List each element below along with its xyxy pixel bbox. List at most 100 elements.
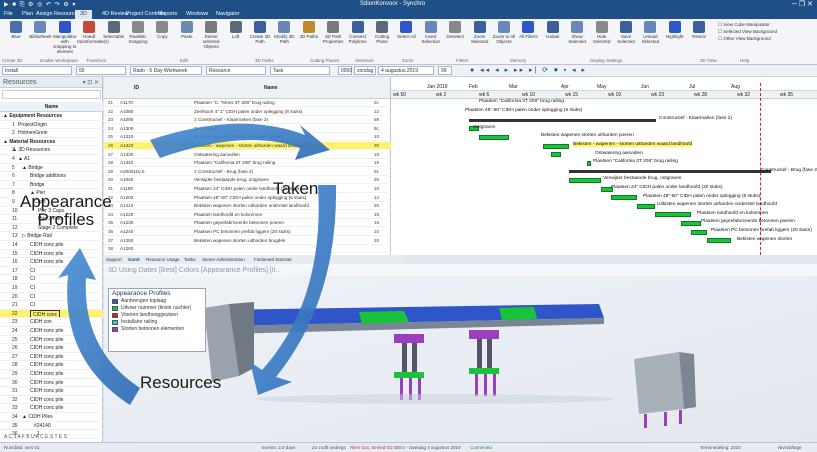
bridge-model[interactable] — [104, 264, 817, 442]
ribbon-btn-1[interactable]: Bibliotheek — [28, 21, 52, 39]
gantt-bar[interactable] — [543, 143, 569, 149]
task-row[interactable]: 28 A1340 Plaatsen "California 3T 208" brug… — [104, 159, 391, 168]
resource-row[interactable]: 28 CIDH conc pile — [0, 361, 103, 370]
gantt-bar[interactable] — [691, 229, 707, 235]
gantt-chart[interactable]: Jan 2019 Feb Mar Apr May Jun Jul Aug wk 50 wk 2w… — [391, 77, 817, 255]
task-row[interactable]: 22 A1080 Zeefsoort 4" 1" CIDH palen onder … — [104, 108, 391, 116]
ribbon-btn-5[interactable]: Realistic Snapping — [126, 21, 150, 44]
ribbon-btn-10[interactable]: Create 3D Path — [248, 21, 272, 44]
ribbon-btn-26[interactable]: Unload Selected — [638, 21, 662, 44]
resource-row[interactable]: 24 CIDH conc pile — [0, 327, 103, 336]
resource-row[interactable]: 23 CIDH con — [0, 318, 103, 327]
ribbon-btn-11[interactable]: Modify 3D Path — [272, 21, 296, 44]
resource-row[interactable]: 26 CIDH conc pile — [0, 344, 103, 353]
ribbon-btn-13[interactable]: 3D Path Properties — [321, 21, 345, 44]
task-combo[interactable]: Task — [270, 66, 330, 75]
date-field[interactable]: 4 augustus 2019 — [378, 66, 434, 75]
resource-row[interactable]: 33 CIDH conc pile — [0, 404, 103, 413]
task-row[interactable]: 24 A1300 Onthavenen 8c — [104, 125, 391, 133]
window-controls[interactable]: ─ ❐ ✕ — [792, 0, 813, 8]
menu-file[interactable]: File — [4, 11, 13, 17]
gantt-bar[interactable] — [637, 203, 655, 209]
resource-row[interactable]: 32 CIDH conc pile — [0, 396, 103, 405]
tab-1[interactable]: Gantt — [128, 257, 140, 262]
resource-row[interactable]: 5 ▲ Bridge — [0, 164, 103, 173]
resource-row[interactable]: 2 HolmenGrein — [0, 129, 103, 138]
menu-navigator[interactable]: Navigator — [216, 11, 240, 17]
ribbon-btn-21[interactable]: All Filters — [516, 21, 540, 39]
resource-row[interactable]: 31 CIDH conc pile — [0, 387, 103, 396]
task-row[interactable]: 32 A1200 Plaatsen 48"-60" CIDH palen onder… — [104, 194, 391, 202]
menu-3d[interactable]: 3D — [75, 10, 93, 19]
ribbon-btn-18[interactable]: Deselect — [443, 21, 467, 39]
resource-row[interactable]: 6 Bridge additions — [0, 172, 103, 181]
ribbon-btn-20[interactable]: Zoom to All Objects — [492, 21, 516, 44]
ribbon-btn-24[interactable]: Hide Selected — [590, 21, 614, 44]
ribbon-btn-19[interactable]: Zoom Selected — [468, 21, 492, 44]
resource-row[interactable]: 27 CIDH conc pile — [0, 353, 103, 362]
resource-row[interactable]: 4 ▲ A1 — [0, 155, 103, 164]
ribbon-btn-6[interactable]: Copy — [150, 21, 174, 39]
ribbon-btn-15[interactable]: Cutting Plane — [370, 21, 394, 44]
ribbon-btn-8[interactable]: Delete selected Objects — [199, 21, 223, 49]
task-row[interactable]: 23 A1090 ≡ Constructief - Klaarmaken (fase… — [104, 116, 391, 125]
ribbon-btn-4[interactable]: Selectable — [102, 21, 126, 39]
calendar-combo[interactable]: Rado - 5 Day Workweek — [130, 66, 202, 75]
resource-row[interactable]: 7 Bridge — [0, 181, 103, 190]
task-row[interactable]: 30 A1020 Verwijder bestaande brug, ontgrav… — [104, 176, 391, 185]
resource-row[interactable]: 3 ▲ 3D Resources — [0, 146, 103, 155]
ribbon-btn-27[interactable]: Highlight — [663, 21, 687, 39]
ribbon-btn-0[interactable]: Blue — [4, 21, 28, 39]
resource-row[interactable]: 16 CIDH conc pile — [0, 258, 103, 267]
resources-column-header[interactable]: Name — [0, 102, 103, 112]
resource-row[interactable]: 17 CI — [0, 267, 103, 276]
ribbon-check[interactable]: ☐ Selected View Background — [718, 29, 777, 35]
level-combo[interactable]: 55 — [76, 66, 126, 75]
gantt-summary-bar[interactable] — [469, 118, 656, 122]
column-name[interactable]: Name — [264, 85, 278, 91]
menu-plan[interactable]: Plan — [22, 11, 33, 17]
task-row[interactable]: 29 A2000110.0 ≡ Constructief - Brug (fase … — [104, 168, 391, 176]
resource-row[interactable]: 18 CI — [0, 275, 103, 284]
task-row[interactable]: 38 A1260 — [104, 245, 391, 254]
gantt-bar[interactable] — [551, 152, 561, 158]
ribbon-check[interactable]: ☐ Other View Background — [718, 36, 771, 42]
ribbon-btn-12[interactable]: 3D Paths — [297, 21, 321, 39]
resources-search[interactable] — [2, 90, 101, 99]
gantt-bar[interactable] — [611, 195, 637, 201]
tab-2[interactable]: Resource Usage — [146, 257, 180, 262]
ribbon-btn-14[interactable]: Connect Polylines — [346, 21, 370, 44]
ribbon-btn-17[interactable]: Invert Selection — [419, 21, 443, 44]
task-row[interactable]: 21 A1170 Plaatsen "C. "Mons 3T 208" brug r… — [104, 99, 391, 108]
day-field[interactable]: zondag — [354, 66, 376, 75]
resource-row[interactable]: 34 ▲ CIDH Piles — [0, 413, 103, 422]
gantt-summary-bar[interactable] — [569, 170, 771, 174]
gantt-bar[interactable] — [569, 177, 601, 183]
resource-row[interactable]: ▲ Material Resources — [0, 138, 103, 147]
time-field[interactable]: 0950 — [338, 66, 352, 75]
resource-row[interactable]: 25 CIDH conc pile — [0, 336, 103, 345]
filter-combo[interactable]: Install — [2, 66, 72, 75]
resource-row[interactable]: 29 CIDH conc pile — [0, 370, 103, 379]
task-row[interactable]: 25 A1310 Bekisten wapenen storten uitharde… — [104, 133, 391, 142]
tab-3[interactable]: Tasks — [184, 257, 196, 262]
tab-5[interactable]: Findomed Stanzati — [254, 257, 292, 262]
resource-row[interactable]: 14 CIDH conc pile — [0, 241, 103, 250]
resource-row[interactable]: 35 #24140 — [0, 422, 103, 431]
ribbon-check[interactable]: ☐ View Cube Manipulator — [718, 22, 770, 28]
zoom-field[interactable]: 99 — [438, 66, 452, 75]
ribbon-btn-9[interactable]: Loft — [224, 21, 248, 39]
tab-0[interactable]: Support — [106, 257, 122, 262]
resource-row[interactable]: ▲ Equipment Resources — [0, 112, 103, 121]
ribbon-btn-22[interactable]: Isolate — [541, 21, 565, 39]
resource-row[interactable]: 1 ProjectOrigin — [0, 121, 103, 130]
menu-reports[interactable]: Reports — [158, 11, 177, 17]
menu-assign-resources[interactable]: Assign Resources — [36, 11, 80, 17]
ribbon-btn-28[interactable]: Resize — [687, 21, 711, 39]
task-row[interactable]: 37 A1250 Bekisten wapenen storten uitharde… — [104, 237, 391, 245]
menu-windows[interactable]: Windows — [186, 11, 208, 17]
task-row[interactable]: 33 A1210 Bekisten wapenen storten uitharde… — [104, 202, 391, 211]
resource-row[interactable]: 21 CI — [0, 301, 103, 310]
resource-row[interactable]: 19 CI — [0, 284, 103, 293]
task-row[interactable]: 27 A1330 Ontwatering aanvullen 10 — [104, 151, 391, 159]
